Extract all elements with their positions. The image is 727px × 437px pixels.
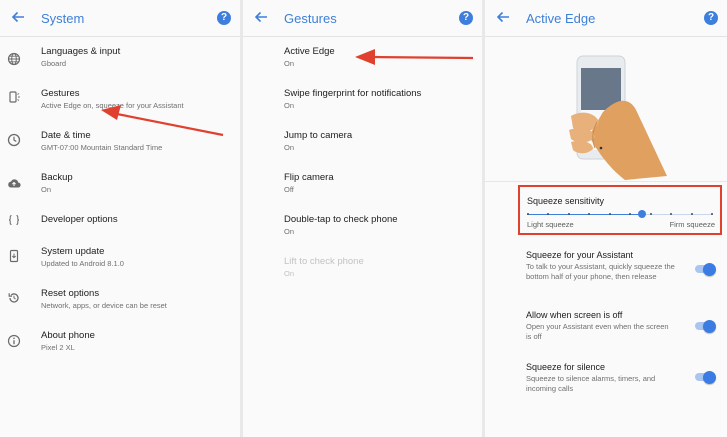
item-subtitle: Network, apps, or device can be reset	[41, 301, 167, 310]
settings-item-about-phone[interactable]: About phone Pixel 2 XL	[0, 326, 240, 364]
info-icon	[7, 334, 21, 348]
item-subtitle: Gboard	[41, 59, 67, 68]
app-bar: Gestures ?	[243, 0, 482, 37]
cloud-upload-icon	[8, 179, 21, 188]
item-subtitle: On	[284, 269, 295, 278]
page-title: Gestures	[284, 11, 337, 26]
gesture-item-lift-to-check: Lift to check phone On	[243, 252, 482, 290]
item-subtitle: On	[284, 227, 295, 236]
hand-squeezing-phone-illustration	[485, 38, 727, 181]
toggle-row-squeeze-assistant[interactable]: Squeeze for your Assistant To talk to yo…	[485, 244, 727, 296]
gesture-item-flip-camera[interactable]: Flip camera Off	[243, 168, 482, 206]
system-settings-screen: System ? Languages & input Gboard Gestur…	[0, 0, 240, 437]
item-subtitle: On	[284, 143, 295, 152]
help-icon[interactable]: ?	[459, 11, 473, 25]
gesture-item-double-tap[interactable]: Double-tap to check phone On	[243, 210, 482, 248]
item-title: System update	[41, 246, 105, 257]
slider-thumb[interactable]	[638, 210, 647, 218]
toggle-row-squeeze-silence[interactable]: Squeeze for silence Squeeze to silence a…	[485, 354, 727, 398]
settings-item-gestures[interactable]: Gestures Active Edge on, squeeze for you…	[0, 84, 240, 122]
toggle-switch[interactable]	[695, 370, 716, 384]
settings-item-reset-options[interactable]: Reset options Network, apps, or device c…	[0, 284, 240, 322]
toggle-subtitle: Squeeze to silence alarms, timers, and i…	[526, 374, 656, 393]
clock-icon	[7, 133, 21, 147]
toggle-switch[interactable]	[695, 319, 716, 333]
item-title: About phone	[41, 330, 95, 341]
gesture-item-active-edge[interactable]: Active Edge On	[243, 42, 482, 80]
screenshot-composite: System ? Languages & input Gboard Gestur…	[0, 0, 727, 437]
gestures-settings-screen: Gestures ? Active Edge On Swipe fingerpr…	[243, 0, 482, 437]
settings-item-system-update[interactable]: System update Updated to Android 8.1.0	[0, 242, 240, 280]
gestures-icon	[9, 91, 20, 103]
slider-min-label: Light squeeze	[527, 220, 574, 229]
item-subtitle: Updated to Android 8.1.0	[41, 259, 124, 268]
item-subtitle: On	[284, 101, 295, 110]
toggle-knob	[703, 319, 716, 333]
slider-tick	[670, 213, 673, 215]
app-bar: System ?	[0, 0, 240, 37]
app-bar: Active Edge ?	[485, 0, 727, 37]
item-title: Swipe fingerprint for notifications	[284, 88, 422, 99]
toggle-title: Allow when screen is off	[526, 310, 623, 320]
item-title: Backup	[41, 172, 73, 183]
toggle-switch[interactable]	[695, 262, 716, 276]
item-subtitle: On	[284, 59, 295, 68]
toggle-row-allow-screen-off[interactable]: Allow when screen is off Open your Assis…	[485, 302, 727, 346]
item-title: Languages & input	[41, 46, 121, 57]
toggle-subtitle: Open your Assistant even when the screen…	[526, 322, 669, 341]
arrow-left-icon[interactable]	[10, 9, 26, 25]
item-title: Flip camera	[284, 172, 334, 183]
page-title: Active Edge	[526, 11, 596, 26]
item-title: Active Edge	[284, 46, 335, 57]
item-title: Double-tap to check phone	[284, 214, 398, 225]
braces-icon	[8, 215, 20, 225]
toggle-title: Squeeze for silence	[526, 362, 606, 372]
slider-tick	[608, 213, 611, 215]
gesture-item-swipe-fingerprint[interactable]: Swipe fingerprint for notifications On	[243, 84, 482, 122]
slider-tick	[649, 213, 652, 215]
slider-tick	[567, 213, 570, 215]
help-icon[interactable]: ?	[704, 11, 718, 25]
squeeze-sensitivity-highlight: Squeeze sensitivity Light squeeze Firm s…	[518, 185, 722, 235]
item-title: Developer options	[41, 214, 118, 225]
item-title: Lift to check phone	[284, 256, 364, 267]
arrow-left-icon[interactable]	[495, 9, 511, 25]
toggle-knob	[703, 262, 716, 276]
squeeze-sensitivity-title: Squeeze sensitivity	[527, 196, 605, 206]
phone-update-icon	[9, 249, 19, 263]
slider-max-label: Firm squeeze	[669, 220, 715, 229]
globe-icon	[7, 52, 21, 66]
reset-icon	[8, 293, 19, 303]
help-icon[interactable]: ?	[217, 11, 231, 25]
item-title: Jump to camera	[284, 130, 353, 141]
squeeze-sensitivity-slider[interactable]	[527, 210, 713, 218]
gesture-item-jump-to-camera[interactable]: Jump to camera On	[243, 126, 482, 164]
item-title: Date & time	[41, 130, 91, 141]
item-subtitle: Active Edge on, squeeze for your Assista…	[41, 101, 184, 110]
settings-item-backup[interactable]: Backup On	[0, 168, 240, 206]
slider-tick	[711, 213, 713, 215]
slider-fill	[527, 214, 643, 215]
item-subtitle: On	[41, 185, 52, 194]
settings-item-developer-options[interactable]: Developer options	[0, 210, 240, 240]
arrow-left-icon[interactable]	[253, 9, 269, 25]
toggle-knob	[703, 370, 716, 384]
item-subtitle: Pixel 2 XL	[41, 343, 75, 352]
toggle-subtitle: To talk to your Assistant, quickly squee…	[526, 262, 675, 281]
slider-tick	[690, 213, 693, 215]
settings-item-date-time[interactable]: Date & time GMT-07:00 Mountain Standard …	[0, 126, 240, 164]
item-subtitle: Off	[284, 185, 294, 194]
item-title: Reset options	[41, 288, 100, 299]
slider-tick	[527, 213, 529, 215]
page-title: System	[41, 11, 85, 26]
settings-item-languages[interactable]: Languages & input Gboard	[0, 42, 240, 80]
divider	[485, 181, 727, 182]
item-title: Gestures	[41, 88, 80, 99]
item-subtitle: GMT-07:00 Mountain Standard Time	[41, 143, 163, 152]
active-edge-settings-screen: Active Edge ? Squeeze sensitivity Light	[485, 0, 727, 437]
toggle-title: Squeeze for your Assistant	[526, 250, 634, 260]
